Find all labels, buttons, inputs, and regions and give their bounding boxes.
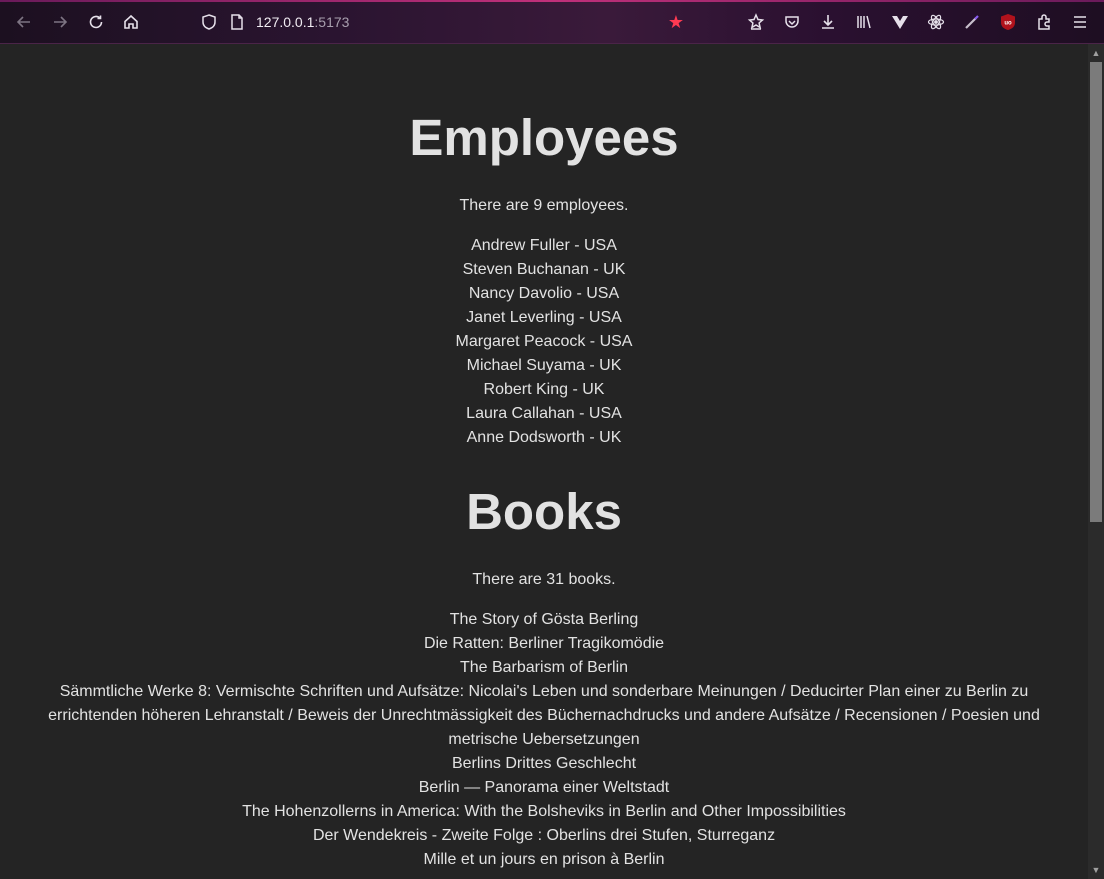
bookmark-star-icon[interactable]: ★	[666, 12, 686, 32]
books-heading: Books	[466, 483, 622, 540]
page-icon[interactable]	[228, 13, 246, 31]
employee-item: Laura Callahan - USA	[466, 405, 622, 422]
books-count: There are 31 books.	[472, 571, 616, 588]
url-bar[interactable]: 127.0.0.1:5173 ★	[196, 8, 726, 36]
employees-count: There are 9 employees.	[459, 197, 629, 214]
book-item: Sämmtliche Werke 8: Vermischte Schriften…	[48, 683, 1040, 748]
employee-item: Michael Suyama - UK	[466, 357, 622, 374]
employee-item: Janet Leverling - USA	[466, 309, 622, 326]
book-item: Berlins Drittes Geschlecht	[451, 755, 637, 772]
pocket-icon[interactable]	[780, 10, 804, 34]
book-item: The Story of Gösta Berling	[449, 611, 639, 628]
book-item: Mille et un jours en prison à Berlin	[423, 851, 665, 868]
employees-list: Andrew Fuller - USA Steven Buchanan - UK N…	[0, 234, 1088, 450]
book-item: The Barbarism of Berlin	[459, 659, 629, 676]
download-icon[interactable]	[816, 10, 840, 34]
home-icon[interactable]	[119, 10, 143, 34]
url-host: 127.0.0.1	[256, 14, 315, 30]
react-devtools-icon[interactable]	[924, 10, 948, 34]
menu-icon[interactable]	[1068, 10, 1092, 34]
vue-devtools-icon[interactable]	[888, 10, 912, 34]
reload-icon[interactable]	[84, 10, 108, 34]
book-item: Berlin — Panorama einer Weltstadt	[418, 779, 670, 796]
url-port: :5173	[314, 14, 350, 30]
library-icon[interactable]	[852, 10, 876, 34]
scroll-up-arrow-icon[interactable]: ▲	[1091, 48, 1101, 58]
scroll-thumb[interactable]	[1090, 62, 1102, 522]
svg-text:uo: uo	[1004, 21, 1012, 27]
employee-item: Margaret Peacock - USA	[455, 333, 633, 350]
ublock-icon[interactable]: uo	[996, 10, 1020, 34]
employee-item: Andrew Fuller - USA	[471, 237, 617, 254]
color-picker-icon[interactable]	[960, 10, 984, 34]
page-content: Employees There are 9 employees. Andrew …	[0, 108, 1088, 872]
pocket-save-icon[interactable]	[744, 10, 768, 34]
books-list: The Story of Gösta Berling Die Ratten: Be…	[0, 608, 1088, 872]
book-item: Der Wendekreis - Zweite Folge : Oberlins…	[312, 827, 776, 844]
book-item: The Hohenzollerns in America: With the B…	[242, 803, 846, 820]
employee-item: Anne Dodsworth - UK	[466, 429, 622, 446]
employee-item: Robert King - UK	[483, 381, 605, 398]
shield-icon[interactable]	[200, 13, 218, 31]
employee-item: Nancy Davolio - USA	[468, 285, 620, 302]
page-viewport[interactable]: Employees There are 9 employees. Andrew …	[0, 44, 1088, 879]
vertical-scrollbar[interactable]: ▲ ▼	[1088, 44, 1104, 879]
employee-item: Steven Buchanan - UK	[462, 261, 626, 278]
extensions-icon[interactable]	[1032, 10, 1056, 34]
employees-heading: Employees	[409, 109, 679, 166]
back-icon[interactable]	[12, 10, 36, 34]
url-text[interactable]: 127.0.0.1:5173	[256, 14, 349, 30]
browser-toolbar: 127.0.0.1:5173 ★ uo	[0, 0, 1104, 44]
book-item: Die Ratten: Berliner Tragikomödie	[423, 635, 665, 652]
scroll-down-arrow-icon[interactable]: ▼	[1091, 865, 1101, 875]
forward-icon[interactable]	[48, 10, 72, 34]
